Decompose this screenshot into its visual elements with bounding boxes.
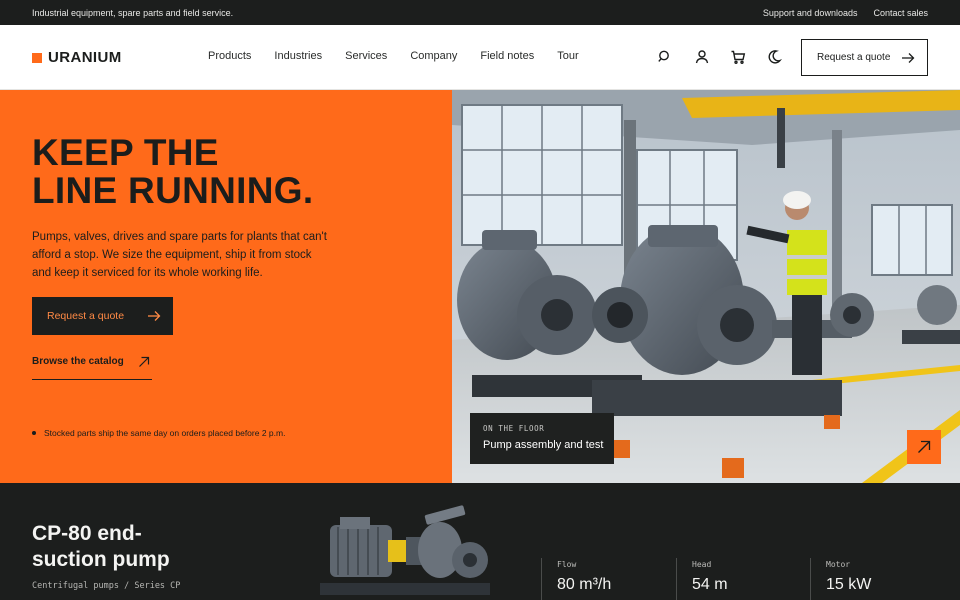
- spec-head-label: Head: [692, 560, 712, 569]
- logo[interactable]: URANIUM: [32, 49, 122, 66]
- main-nav: Products Industries Services Company Fie…: [208, 50, 579, 62]
- spec-flow-label: Flow: [557, 560, 577, 569]
- site-header: URANIUM Products Industries Services Com…: [0, 25, 960, 90]
- nav-products[interactable]: Products: [208, 50, 251, 62]
- spec-motor-label: Motor: [826, 560, 851, 569]
- hero-title-line-1: KEEP THE: [32, 132, 219, 173]
- logo-mark-icon: [32, 52, 42, 63]
- hero-title-line-2: LINE RUNNING.: [32, 170, 314, 211]
- arrow-right-icon: [902, 53, 915, 63]
- nav-field-notes[interactable]: Field notes: [480, 50, 534, 62]
- hero-description: Pumps, valves, drives and spare parts fo…: [32, 231, 327, 279]
- shipping-note-text: Stocked parts ship the same day on order…: [44, 428, 286, 438]
- tagline: Industrial equipment, spare parts and fi…: [32, 8, 234, 18]
- request-quote-button[interactable]: Request a quote: [801, 39, 928, 76]
- arrow-up-right-icon: [139, 356, 150, 367]
- caption-title: Pump assembly and test: [483, 439, 604, 451]
- spec-head-value: 54 m: [692, 576, 728, 593]
- hero-title: KEEP THE LINE RUNNING.: [32, 134, 313, 210]
- nav-tour[interactable]: Tour: [557, 50, 578, 62]
- utility-links: Support and downloads Contact sales: [763, 8, 928, 18]
- contact-sales-link[interactable]: Contact sales: [873, 8, 928, 18]
- request-quote-label: Request a quote: [817, 52, 891, 63]
- shipping-note: Stocked parts ship the same day on order…: [32, 428, 285, 438]
- logo-text: URANIUM: [48, 49, 122, 66]
- hero-request-quote-button[interactable]: Request a quote: [32, 297, 173, 335]
- open-image-button[interactable]: [907, 430, 941, 464]
- nav-industries[interactable]: Industries: [274, 50, 322, 62]
- spec-flow: Flow 80 m³/h: [541, 558, 611, 600]
- nav-company[interactable]: Company: [410, 50, 457, 62]
- product-name: CP-80 end-suction pump: [32, 522, 170, 571]
- cart-icon[interactable]: [730, 49, 746, 65]
- browse-catalog-link[interactable]: Browse the catalog: [32, 356, 152, 380]
- featured-product: CP-80 end-suction pump Centrifugal pumps…: [0, 483, 960, 600]
- product-category: Centrifugal pumps / Series CP: [32, 581, 181, 591]
- bullet-icon: [32, 431, 36, 435]
- user-icon[interactable]: [694, 49, 710, 65]
- hero-request-quote-label: Request a quote: [47, 310, 125, 322]
- arrow-up-right-icon: [918, 440, 931, 453]
- hero-panel: KEEP THE LINE RUNNING. Pumps, valves, dr…: [0, 90, 452, 483]
- moon-icon[interactable]: [766, 49, 782, 65]
- browse-catalog-label: Browse the catalog: [32, 356, 124, 367]
- nav-services[interactable]: Services: [345, 50, 387, 62]
- spec-flow-value: 80 m³/h: [557, 576, 612, 593]
- image-caption: ON THE FLOOR Pump assembly and test: [470, 413, 614, 464]
- spec-motor-value: 15 kW: [826, 576, 872, 593]
- utility-bar: Industrial equipment, spare parts and fi…: [0, 0, 960, 25]
- caption-kicker: ON THE FLOOR: [483, 424, 545, 433]
- product-image: [320, 505, 495, 600]
- spec-head: Head 54 m: [676, 558, 728, 600]
- spec-motor: Motor 15 kW: [810, 558, 871, 600]
- arrow-right-icon: [148, 311, 161, 321]
- search-icon[interactable]: [657, 49, 673, 65]
- support-link[interactable]: Support and downloads: [763, 8, 858, 18]
